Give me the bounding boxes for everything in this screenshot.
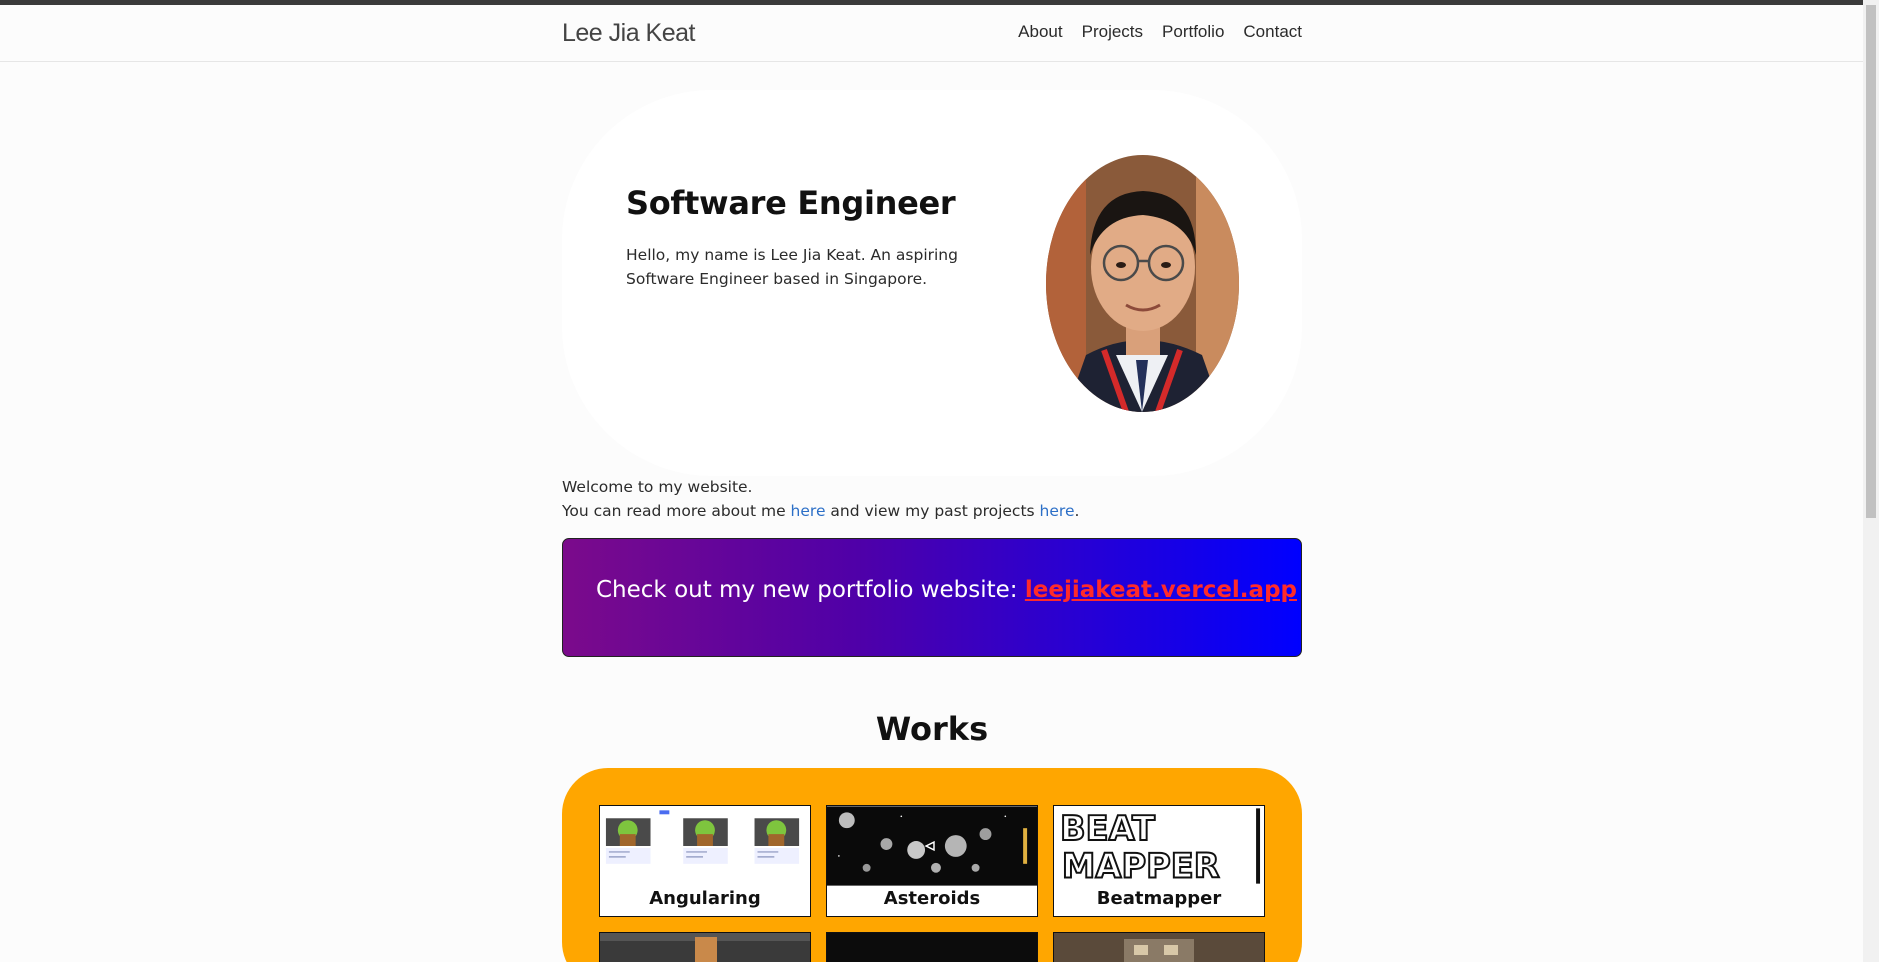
beatmapper-thumbnail: BEAT MAPPER — [1054, 806, 1264, 886]
welcome-text: Welcome to my website. You can read more… — [562, 475, 1302, 523]
work-card-thumbnail — [600, 933, 810, 962]
work-card-beatmapper[interactable]: BEAT MAPPER Beatmapper — [1053, 805, 1265, 917]
works-panel: Angularing Asteroids BEAT MAPPER Beatmap… — [562, 768, 1302, 962]
beatmapper-logo-line1: BEAT — [1060, 809, 1155, 848]
nav-links: About Projects Portfolio Contact — [1018, 22, 1302, 42]
banner-text: Check out my new portfolio website: leej… — [596, 577, 1297, 603]
work-card-label: Asteroids — [883, 888, 981, 909]
about-link[interactable]: here — [791, 502, 826, 520]
profile-photo — [1046, 155, 1239, 412]
hero-description: Hello, my name is Lee Jia Keat. An aspir… — [626, 246, 958, 288]
portfolio-banner: Check out my new portfolio website: leej… — [562, 538, 1302, 657]
work-card-row2-1[interactable] — [599, 932, 811, 962]
nav-projects[interactable]: Projects — [1082, 22, 1143, 42]
works-title: Works — [875, 710, 989, 748]
welcome-text-part: and view my past projects — [825, 502, 1040, 520]
beatmapper-logo-line2: MAPPER — [1062, 847, 1220, 886]
site-brand[interactable]: Lee Jia Keat — [562, 19, 696, 48]
welcome-text-part: You can read more about me — [562, 502, 791, 520]
angularing-thumbnail — [600, 806, 810, 886]
portfolio-link[interactable]: leejiakeat.vercel.app — [1025, 577, 1297, 603]
work-card-angularing[interactable]: Angularing — [599, 805, 811, 917]
work-card-thumbnail — [1124, 939, 1194, 962]
navbar: Lee Jia Keat About Projects Portfolio Co… — [0, 5, 1863, 62]
hero-title: Software Engineer — [626, 184, 956, 222]
work-card-asteroids[interactable]: Asteroids — [826, 805, 1038, 917]
nav-portfolio[interactable]: Portfolio — [1162, 22, 1224, 42]
profile-photo-illustration — [1046, 155, 1239, 412]
welcome-line: Welcome to my website. — [562, 478, 753, 496]
asteroids-thumbnail — [827, 806, 1037, 886]
work-card-row2-3[interactable] — [1053, 932, 1265, 962]
scrollbar-thumb[interactable] — [1866, 5, 1876, 518]
banner-message: Check out my new portfolio website: — [596, 577, 1025, 603]
work-card-label: Angularing — [649, 888, 761, 909]
welcome-text-end: . — [1074, 502, 1080, 520]
work-card-row2-2[interactable] — [826, 932, 1038, 962]
work-card-label: Beatmapper — [1096, 888, 1222, 909]
about-projects-line: You can read more about me here and view… — [562, 499, 1302, 523]
page-scrollbar[interactable] — [1863, 0, 1879, 962]
projects-link[interactable]: here — [1040, 502, 1075, 520]
nav-contact[interactable]: Contact — [1243, 22, 1302, 42]
hero-section: Software Engineer Hello, my name is Lee … — [562, 90, 1302, 476]
nav-about[interactable]: About — [1018, 22, 1062, 42]
